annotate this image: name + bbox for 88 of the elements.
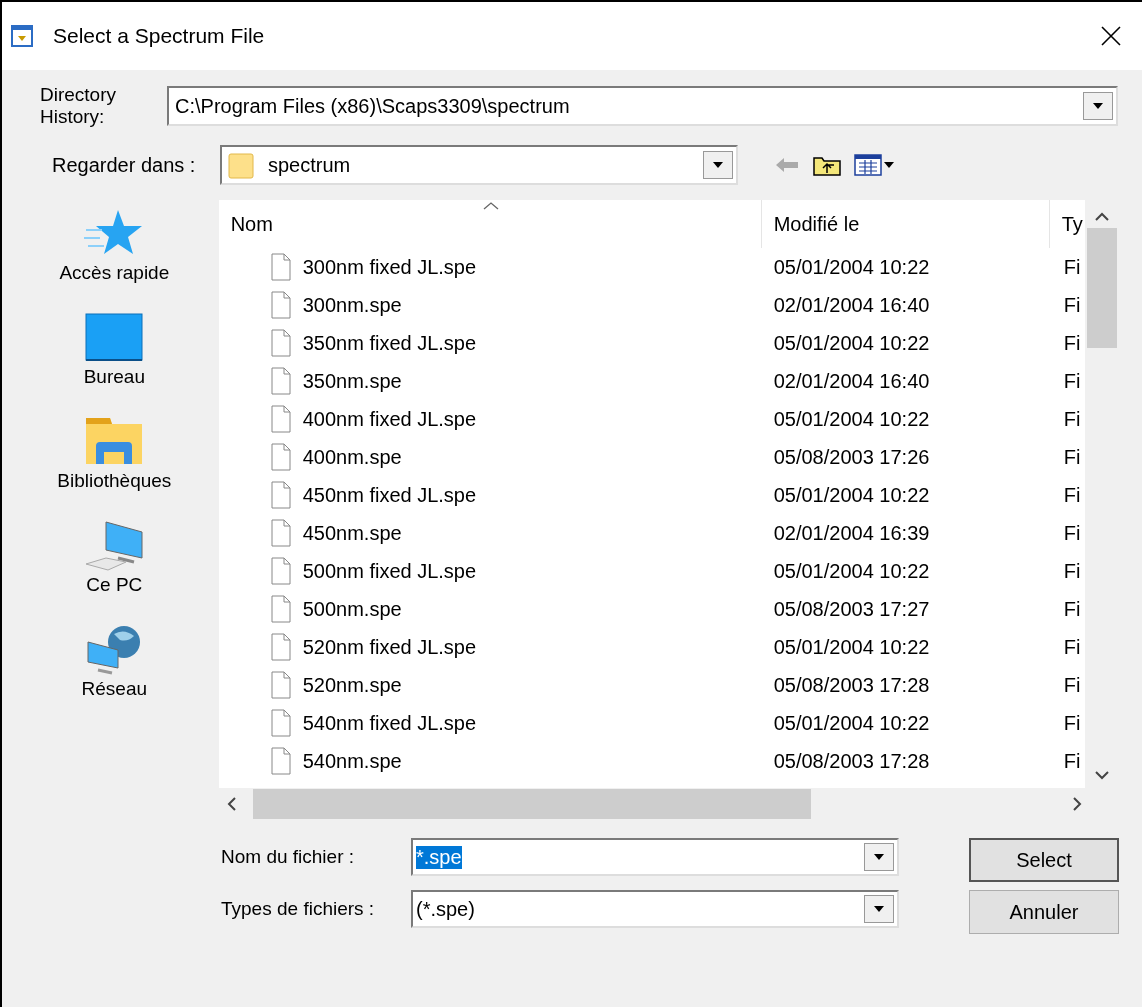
- file-icon: [270, 747, 291, 775]
- sort-caret-icon: [482, 202, 499, 210]
- modified-date: 02/01/2004 16:39: [772, 521, 931, 545]
- file-name[interactable]: 540nm fixed JL.spe: [302, 711, 477, 735]
- places-item[interactable]: Ce PC: [39, 520, 190, 624]
- modified-date: 05/01/2004 10:22: [772, 407, 931, 431]
- file-name[interactable]: 520nm fixed JL.spe: [302, 635, 477, 659]
- places-item[interactable]: Bureau: [39, 312, 190, 416]
- file-name[interactable]: 350nm fixed JL.spe: [302, 331, 477, 355]
- file-type: Fi: [1062, 597, 1082, 621]
- file-icon: [270, 557, 291, 585]
- file-type: Fi: [1062, 293, 1082, 317]
- scroll-down-icon[interactable]: [1093, 770, 1110, 780]
- file-icon: [270, 443, 291, 471]
- file-icon: [270, 367, 291, 395]
- window-title: Select a Spectrum File: [53, 24, 266, 48]
- file-name[interactable]: 450nm fixed JL.spe: [302, 483, 477, 507]
- file-type: Fi: [1062, 673, 1082, 697]
- file-name[interactable]: 300nm.spe: [302, 293, 402, 317]
- file-type: Fi: [1062, 711, 1082, 735]
- places-item[interactable]: Bibliothèques: [39, 416, 190, 520]
- file-icon: [270, 405, 291, 433]
- file-name[interactable]: 300nm fixed JL.spe: [302, 255, 477, 279]
- folder-icon: [228, 151, 254, 179]
- file-name-label: Nom du fichier :: [221, 846, 356, 868]
- directory-history-combo[interactable]: C:\Program Files (x86)\Scaps3309\spectrum: [167, 86, 1118, 126]
- column-header[interactable]: Modifié le: [761, 200, 1050, 248]
- scroll-thumb[interactable]: [252, 789, 811, 819]
- modified-date: 05/08/2003 17:27: [772, 597, 931, 621]
- file-name[interactable]: 540nm.spe: [302, 749, 402, 773]
- scroll-left-icon[interactable]: [226, 796, 237, 812]
- file-type: Fi: [1062, 635, 1082, 659]
- scroll-thumb[interactable]: [1086, 228, 1117, 348]
- file-icon: [270, 481, 291, 509]
- file-type: Fi: [1062, 407, 1082, 431]
- modified-date: 05/08/2003 17:26: [772, 445, 931, 469]
- file-icon: [270, 291, 291, 319]
- file-name[interactable]: 400nm fixed JL.spe: [302, 407, 477, 431]
- file-icon: [270, 709, 291, 737]
- file-icon: [270, 671, 291, 699]
- places-item[interactable]: Réseau: [39, 624, 190, 728]
- computer-icon: [84, 520, 145, 572]
- modified-date: 05/08/2003 17:28: [772, 749, 931, 773]
- file-type-combo[interactable]: (*.spe): [411, 890, 899, 928]
- modified-date: 05/01/2004 10:22: [772, 483, 931, 507]
- directory-history-label: Directory History:: [40, 84, 117, 128]
- look-in-label: Regarder dans :: [52, 153, 197, 177]
- look-in-combo[interactable]: spectrum: [220, 145, 738, 185]
- file-icon: [270, 633, 291, 661]
- file-name[interactable]: 350nm.spe: [302, 369, 402, 393]
- modified-date: 05/01/2004 10:22: [772, 559, 931, 583]
- select-button[interactable]: Select: [969, 838, 1119, 882]
- app-icon: [11, 25, 33, 47]
- modified-date: 05/01/2004 10:22: [772, 635, 931, 659]
- file-type: Fi: [1062, 559, 1082, 583]
- modified-date: 05/08/2003 17:28: [772, 673, 931, 697]
- file-type: Fi: [1062, 255, 1082, 279]
- file-type: Fi: [1062, 445, 1082, 469]
- file-type: Fi: [1062, 369, 1082, 393]
- file-icon: [270, 519, 291, 547]
- monitor-screen-icon: [84, 312, 145, 364]
- scroll-up-icon[interactable]: [1093, 212, 1110, 222]
- file-icon: [270, 329, 291, 357]
- file-type: Fi: [1062, 483, 1082, 507]
- file-name-combo[interactable]: *.spe: [411, 838, 899, 876]
- modified-date: 05/01/2004 10:22: [772, 255, 931, 279]
- cancel-button[interactable]: Annuler: [969, 890, 1119, 934]
- file-type-label: Types de fichiers :: [221, 898, 376, 920]
- file-name[interactable]: 500nm.spe: [302, 597, 402, 621]
- column-header[interactable]: Ty: [1049, 200, 1085, 248]
- file-name[interactable]: 450nm.spe: [302, 521, 402, 545]
- close-icon[interactable]: [1100, 25, 1122, 47]
- file-icon: [270, 253, 291, 281]
- modified-date: 02/01/2004 16:40: [772, 293, 931, 317]
- file-name[interactable]: 520nm.spe: [302, 673, 402, 697]
- scroll-right-icon[interactable]: [1072, 796, 1082, 812]
- modified-date: 05/01/2004 10:22: [772, 331, 931, 355]
- modified-date: 05/01/2004 10:22: [772, 711, 931, 735]
- file-type: Fi: [1062, 331, 1082, 355]
- view-menu-icon[interactable]: [854, 153, 896, 177]
- column-header[interactable]: Nom: [218, 200, 762, 248]
- places-item[interactable]: Accès rapide: [39, 208, 190, 312]
- file-type: Fi: [1062, 749, 1082, 773]
- file-name[interactable]: 400nm.spe: [302, 445, 402, 469]
- file-name[interactable]: 500nm fixed JL.spe: [302, 559, 477, 583]
- file-icon: [270, 595, 291, 623]
- file-type: Fi: [1062, 521, 1082, 545]
- modified-date: 02/01/2004 16:40: [772, 369, 931, 393]
